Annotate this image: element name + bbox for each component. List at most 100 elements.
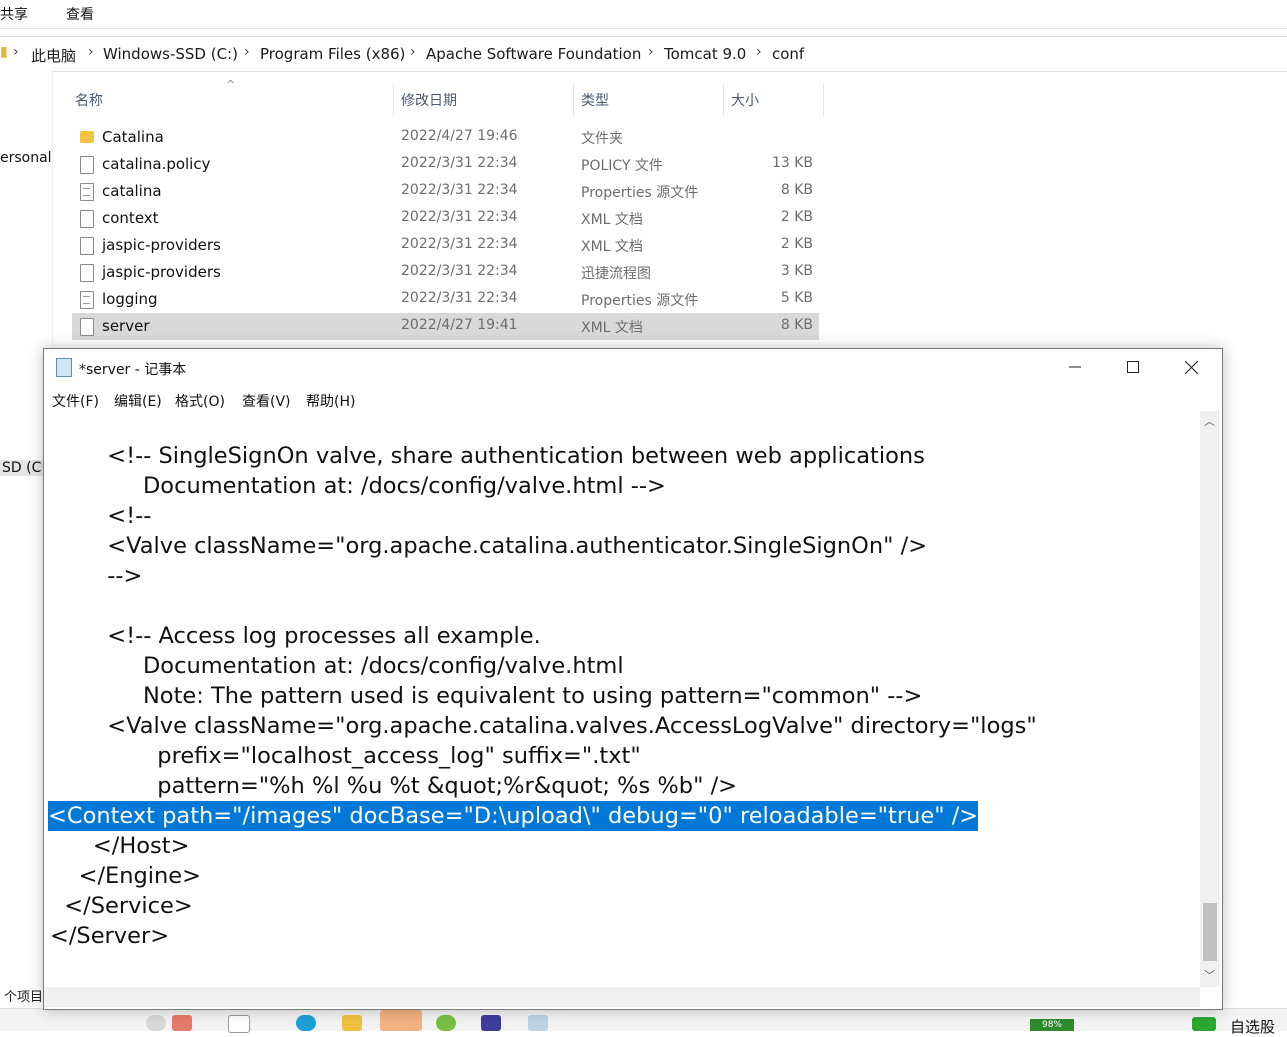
stock-app-icon[interactable] (1192, 1017, 1216, 1031)
file-row[interactable]: context 2022/3/31 22:34 XML 文档 2 KB (72, 205, 819, 232)
column-header-type[interactable]: 类型 (581, 90, 609, 110)
file-type: Properties 源文件 (581, 293, 699, 309)
menu-help[interactable]: 帮助(H) (306, 391, 355, 411)
notepad-icon (56, 358, 72, 377)
menu-edit[interactable]: 编辑(E) (114, 391, 162, 411)
file-type: XML 文档 (581, 239, 643, 255)
title-bar[interactable]: *server - 记事本 (44, 349, 1222, 385)
breadcrumb-conf[interactable]: conf (772, 45, 804, 63)
vertical-scrollbar[interactable]: ︿ ﹀ (1200, 411, 1220, 987)
maximize-button[interactable] (1104, 349, 1162, 385)
file-type: Properties 源文件 (581, 185, 699, 201)
chevron-right-icon[interactable]: › (756, 44, 762, 60)
folder-icon: ▮ (0, 44, 8, 60)
nav-item-personal[interactable]: ersonal (0, 150, 52, 166)
file-date: 2022/3/31 22:34 (401, 182, 518, 198)
minimize-button[interactable] (1046, 349, 1104, 385)
app-icon[interactable] (146, 1015, 166, 1031)
file-row[interactable]: jaspic-providers 2022/3/31 22:34 迅捷流程图 3… (72, 259, 819, 286)
file-size: 13 KB (771, 155, 813, 171)
file-size: 3 KB (780, 263, 813, 279)
text-line: </Engine> (50, 863, 202, 889)
column-header-modified[interactable]: 修改日期 (401, 90, 457, 110)
file-row[interactable]: logging 2022/3/31 22:34 Properties 源文件 5… (72, 286, 819, 313)
minimize-icon (1069, 366, 1081, 368)
address-bar[interactable]: ▮ › 此电脑 › Windows-SSD (C:) › Program Fil… (0, 36, 1287, 72)
breadcrumb-tomcat[interactable]: Tomcat 9.0 (664, 45, 746, 63)
scroll-thumb[interactable] (1203, 903, 1217, 961)
column-divider[interactable] (823, 84, 824, 116)
text-line: </Server> (50, 923, 170, 949)
app-icon[interactable] (481, 1015, 501, 1031)
file-name: Catalina (102, 128, 164, 146)
menu-file[interactable]: 文件(F) (52, 391, 99, 411)
file-row[interactable]: catalina.policy 2022/3/31 22:34 POLICY 文… (72, 151, 819, 178)
file-row[interactable]: catalina 2022/3/31 22:34 Properties 源文件 … (72, 178, 819, 205)
horizontal-scrollbar[interactable] (44, 987, 1200, 1007)
app-icon[interactable] (436, 1015, 456, 1031)
file-date: 2022/3/31 22:34 (401, 155, 518, 171)
breadcrumb-this-pc[interactable]: 此电脑 (31, 45, 76, 66)
chevron-right-icon[interactable]: › (410, 44, 416, 60)
file-icon (80, 264, 94, 282)
column-divider[interactable] (723, 84, 724, 116)
file-type: 文件夹 (581, 131, 623, 147)
file-size: 2 KB (780, 236, 813, 252)
text-editor-area[interactable]: <!-- SingleSignOn valve, share authentic… (44, 411, 1200, 987)
file-row-selected[interactable]: server 2022/4/27 19:41 XML 文档 8 KB (72, 313, 819, 340)
ribbon-tab-view[interactable]: 查看 (66, 4, 94, 24)
breadcrumb-drive[interactable]: Windows-SSD (C:) (103, 45, 238, 63)
folder-icon[interactable] (342, 1015, 362, 1031)
app-icon[interactable] (172, 1015, 192, 1031)
file-size: 8 KB (780, 182, 813, 198)
text-line: prefix="localhost_access_log" suffix=".t… (50, 743, 641, 769)
file-row[interactable]: jaspic-providers 2022/3/31 22:34 XML 文档 … (72, 232, 819, 259)
close-icon (1184, 360, 1198, 374)
menu-view[interactable]: 查看(V) (242, 391, 291, 411)
chevron-right-icon[interactable]: › (648, 44, 654, 60)
file-icon (80, 237, 94, 255)
scroll-up-icon[interactable]: ︿ (1204, 413, 1215, 429)
maximize-icon (1127, 361, 1139, 373)
notepad-icon[interactable] (528, 1015, 548, 1031)
selected-text-line: <Context path="/images" docBase="D:\uplo… (48, 801, 979, 831)
text-line: <!-- (50, 503, 152, 529)
file-name: jaspic-providers (102, 236, 221, 254)
column-divider[interactable] (393, 84, 394, 116)
app-icon[interactable] (228, 1015, 250, 1033)
close-button[interactable] (1162, 349, 1220, 385)
app-icon[interactable] (380, 1010, 422, 1031)
file-date: 2022/3/31 22:34 (401, 263, 518, 279)
text-line: Documentation at: /docs/config/valve.htm… (50, 473, 666, 499)
file-type: POLICY 文件 (581, 158, 663, 174)
column-header-size[interactable]: 大小 (731, 90, 759, 110)
text-line: pattern="%h %l %u %t &quot;%r&quot; %s %… (50, 773, 738, 799)
ribbon-bar: 共享 查看 (0, 0, 1287, 29)
file-icon (80, 156, 94, 174)
scroll-down-icon[interactable]: ﹀ (1204, 967, 1215, 983)
file-date: 2022/3/31 22:34 (401, 290, 518, 306)
column-header-name[interactable]: 名称 (75, 90, 103, 110)
sort-up-icon: ^ (226, 78, 236, 91)
tray-label[interactable]: 自选股 (1230, 1016, 1275, 1037)
text-line: <Valve className="org.apache.catalina.va… (50, 713, 1037, 739)
file-name: jaspic-providers (102, 263, 221, 281)
file-type: XML 文档 (581, 212, 643, 228)
ribbon-tab-share[interactable]: 共享 (0, 4, 28, 24)
breadcrumb-program-files[interactable]: Program Files (x86) (260, 45, 405, 63)
browser-icon[interactable] (296, 1015, 316, 1031)
file-type: 迅捷流程图 (581, 266, 651, 282)
file-date: 2022/3/31 22:34 (401, 209, 518, 225)
column-header-row: 名称 ^ 修改日期 类型 大小 (68, 78, 824, 116)
chevron-right-icon[interactable]: › (88, 44, 94, 60)
chevron-right-icon[interactable]: › (244, 44, 250, 60)
text-line: Note: The pattern used is equivalent to … (50, 683, 923, 709)
notepad-window: *server - 记事本 文件(F) 编辑(E) 格式(O) 查看(V) 帮助… (43, 348, 1223, 1010)
battery-indicator: 98% (1030, 1019, 1074, 1031)
status-item-count: 个项目 (4, 990, 44, 1005)
breadcrumb-apache[interactable]: Apache Software Foundation (426, 45, 641, 63)
menu-format[interactable]: 格式(O) (175, 391, 225, 411)
column-divider[interactable] (573, 84, 574, 116)
text-line: --> (50, 563, 143, 589)
file-row[interactable]: Catalina 2022/4/27 19:46 文件夹 (72, 124, 819, 151)
